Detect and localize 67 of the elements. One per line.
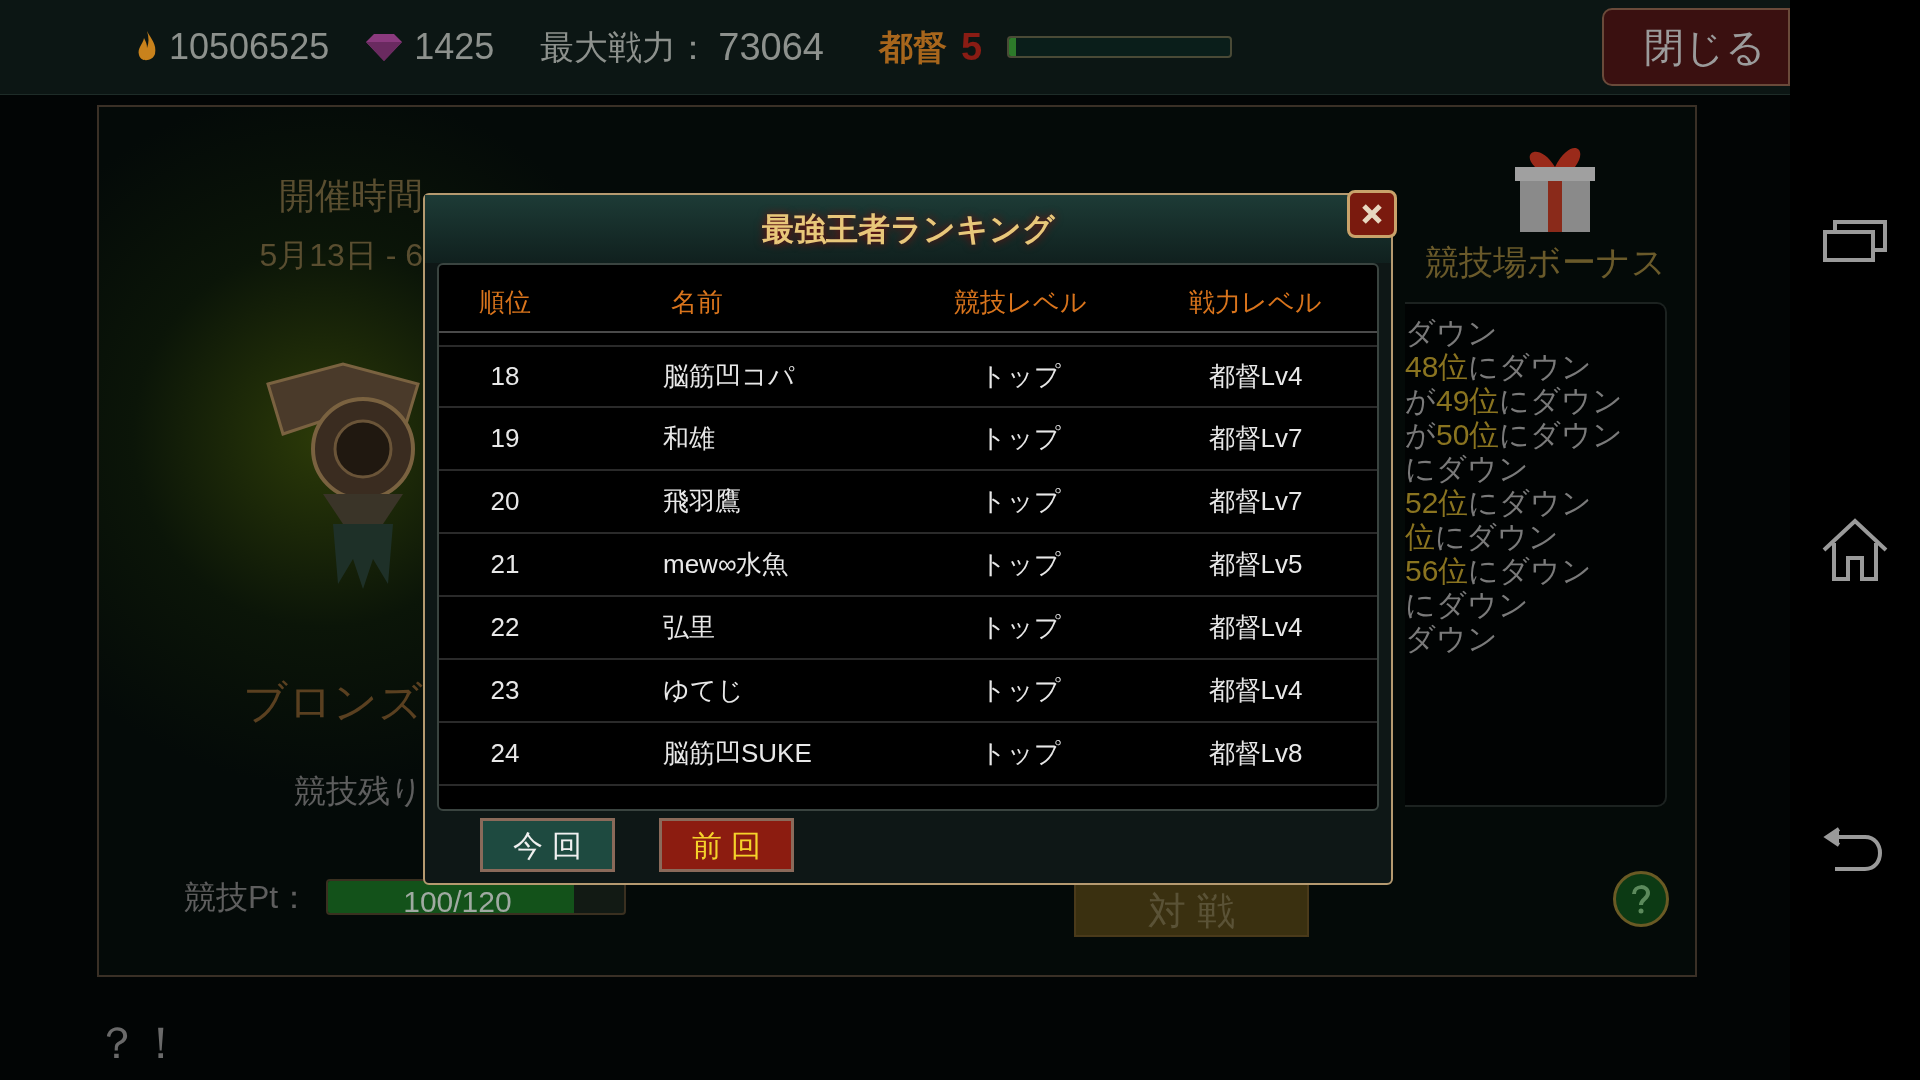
column-header: 名前: [670, 285, 724, 319]
table-cell-text: 都督Lv7: [1208, 422, 1303, 455]
table-cell-text: 都督Lv4: [1208, 360, 1303, 393]
bonus-line: 52位にダウン: [1405, 486, 1594, 520]
bonus-line: ダウン: [1405, 622, 1499, 656]
table-cell-text: 脳筋凹SUKE: [662, 737, 813, 770]
bonus-line: が49位にダウン: [1405, 384, 1625, 418]
points-label: 競技Pt：: [184, 878, 311, 917]
bonus-line: 56位にダウン: [1405, 554, 1594, 588]
dialog-title: 最強王者ランキング: [761, 210, 1055, 249]
table-cell-text: トップ: [979, 674, 1061, 707]
rank-title: 都督: [878, 26, 947, 68]
table-cell-text: 脳筋凹コパ: [662, 360, 796, 393]
period-tab[interactable]: 前 回: [659, 818, 794, 872]
table-cell-text: 和雄: [662, 422, 716, 455]
table-cell-text: トップ: [979, 611, 1061, 644]
table-cell-text: 19: [490, 422, 520, 455]
table-cell-text: 23: [490, 674, 520, 707]
column-header: 競技レベル: [953, 285, 1087, 319]
gem-amount: 1425: [414, 25, 495, 69]
bonus-line: にダウン: [1405, 452, 1530, 486]
power-label: 最大戦力：: [540, 26, 711, 68]
table-cell-text: 弘里: [662, 611, 716, 644]
table-cell-text: トップ: [979, 737, 1061, 770]
bonus-line: が50位にダウン: [1405, 418, 1625, 452]
table-cell-text: 20: [490, 485, 520, 518]
table-cell-text: 都督Lv5: [1208, 548, 1303, 581]
period-dates: 5月13日 - 6: [259, 236, 423, 275]
table-cell-text: 飛羽鷹: [662, 485, 742, 518]
table-cell-text: 都督Lv4: [1208, 611, 1303, 644]
column-header: 順位: [479, 285, 531, 319]
rank-level: 5: [960, 24, 983, 70]
table-cell-text: 都督Lv4: [1208, 674, 1303, 707]
bonus-line: ダウン: [1405, 316, 1499, 350]
table-cell-text: 24: [490, 737, 520, 770]
table-cell-text: トップ: [979, 422, 1061, 455]
gem-icon: [364, 32, 405, 62]
table-cell-text: 22: [490, 611, 520, 644]
close-button[interactable]: 閉じる: [1602, 8, 1790, 86]
league-name: ブロンズ: [243, 676, 423, 728]
help-button[interactable]: [1613, 871, 1669, 927]
table-cell-text: トップ: [979, 485, 1061, 518]
table-cell-text: 都督Lv7: [1208, 485, 1303, 518]
table-cell-text: 都督Lv8: [1208, 737, 1303, 770]
currency-amount: 10506525: [169, 25, 330, 69]
close-button[interactable]: [1347, 190, 1397, 238]
close-icon: [1361, 203, 1383, 225]
table-cell-text: ゆてじ: [662, 674, 745, 707]
recent-apps-icon: [1823, 218, 1887, 262]
table-cell-text: トップ: [979, 548, 1061, 581]
question-mark-icon: [1631, 884, 1651, 914]
bonus-line: にダウン: [1405, 588, 1530, 622]
column-header: 戦力レベル: [1189, 285, 1322, 319]
bonus-line: 位にダウン: [1405, 520, 1560, 554]
bonus-line: 48位にダウン: [1405, 350, 1594, 384]
points-reading: 100/120: [403, 884, 512, 913]
table-cell-text: トップ: [979, 360, 1061, 393]
bonus-title: 競技場ボーナス: [1425, 242, 1667, 283]
remaining-label: 競技残り: [294, 772, 423, 811]
home-icon: [1820, 518, 1890, 582]
table-cell-text: mew∞水魚: [662, 548, 790, 581]
power-value: 73064: [718, 24, 824, 70]
table-cell-text: 21: [490, 548, 520, 581]
footer-text: ？！: [95, 1017, 183, 1069]
table-cell-text: 18: [490, 360, 520, 393]
period-label: 開催時間: [279, 174, 423, 218]
period-tab[interactable]: 今 回: [480, 818, 615, 872]
